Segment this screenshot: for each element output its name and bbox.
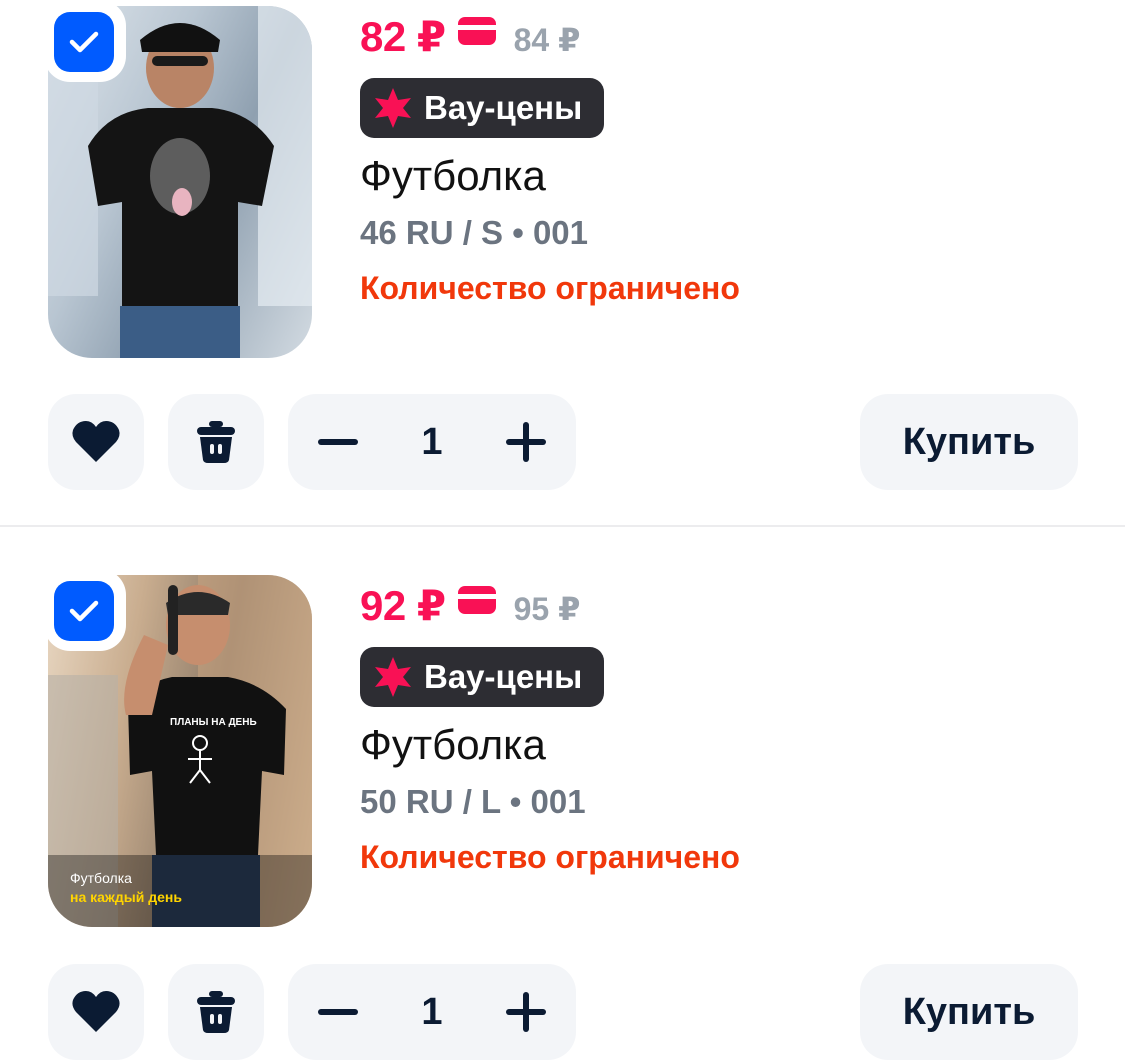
- price-row: 82 ₽ 84 ₽: [360, 12, 740, 66]
- delete-button[interactable]: [168, 394, 264, 490]
- quantity-value: 1: [421, 990, 443, 1033]
- select-checkbox[interactable]: [54, 12, 114, 72]
- promo-badge: Вау-цены: [360, 78, 605, 138]
- quantity-value: 1: [421, 420, 443, 463]
- price: 82 ₽: [360, 13, 446, 60]
- checkbox-wrapper: [44, 569, 126, 651]
- cart-item: ПЛАНЫ НА ДЕНЬ Футболка на каждый день 92…: [0, 527, 1125, 1063]
- star-burst-icon: [375, 88, 411, 128]
- product-info: 82 ₽ 84 ₽ Вау-цены Футболка 46 RU / S • …: [360, 12, 740, 307]
- minus-icon: [318, 439, 358, 445]
- price-row: 92 ₽ 95 ₽: [360, 581, 740, 635]
- check-icon: [69, 600, 99, 622]
- svg-text:Футболка: Футболка: [70, 870, 132, 886]
- trash-icon: [197, 421, 235, 463]
- card-icon: [457, 17, 496, 45]
- stock-status: Количество ограничено: [360, 270, 740, 306]
- increase-button[interactable]: [496, 412, 556, 472]
- favorite-button[interactable]: [48, 964, 144, 1060]
- product-variant: 46 RU / S • 001: [360, 214, 589, 251]
- trash-icon: [197, 991, 235, 1033]
- star-burst-icon: [375, 657, 411, 697]
- minus-icon: [318, 1009, 358, 1015]
- promo-badge: Вау-цены: [360, 647, 605, 707]
- select-checkbox[interactable]: [54, 581, 114, 641]
- promo-badge-label: Вау-цены: [424, 89, 583, 126]
- checkbox-wrapper: [44, 0, 126, 82]
- buy-button[interactable]: Купить: [860, 964, 1078, 1060]
- cart-list: 82 ₽ 84 ₽ Вау-цены Футболка 46 RU / S • …: [0, 0, 1125, 1063]
- delete-button[interactable]: [168, 964, 264, 1060]
- product-variant: 50 RU / L • 001: [360, 783, 586, 820]
- product-info: 92 ₽ 95 ₽ Вау-цены Футболка 50 RU / L • …: [360, 581, 740, 876]
- product-title[interactable]: Футболка: [360, 721, 740, 769]
- increase-button[interactable]: [496, 982, 556, 1042]
- product-title[interactable]: Футболка: [360, 152, 740, 200]
- old-price: 84 ₽: [513, 22, 581, 58]
- stock-status: Количество ограничено: [360, 839, 740, 875]
- decrease-button[interactable]: [308, 412, 368, 472]
- promo-badge-label: Вау-цены: [424, 658, 583, 695]
- check-icon: [69, 31, 99, 53]
- price: 92 ₽: [360, 582, 446, 629]
- decrease-button[interactable]: [308, 982, 368, 1042]
- svg-text:на каждый день: на каждый день: [70, 889, 182, 905]
- old-price: 95 ₽: [513, 591, 581, 627]
- item-actions: 1 Купить: [48, 394, 1078, 490]
- svg-text:ПЛАНЫ НА ДЕНЬ: ПЛАНЫ НА ДЕНЬ: [170, 717, 257, 728]
- cart-item: 82 ₽ 84 ₽ Вау-цены Футболка 46 RU / S • …: [0, 0, 1125, 526]
- heart-icon: [72, 991, 120, 1032]
- quantity-stepper: 1: [288, 394, 576, 490]
- quantity-stepper: 1: [288, 964, 576, 1060]
- favorite-button[interactable]: [48, 394, 144, 490]
- buy-button[interactable]: Купить: [860, 394, 1078, 490]
- heart-icon: [72, 421, 120, 462]
- item-actions: 1 Купить: [48, 964, 1078, 1060]
- plus-icon: [506, 422, 546, 462]
- plus-icon: [506, 992, 546, 1032]
- card-icon: [457, 586, 496, 614]
